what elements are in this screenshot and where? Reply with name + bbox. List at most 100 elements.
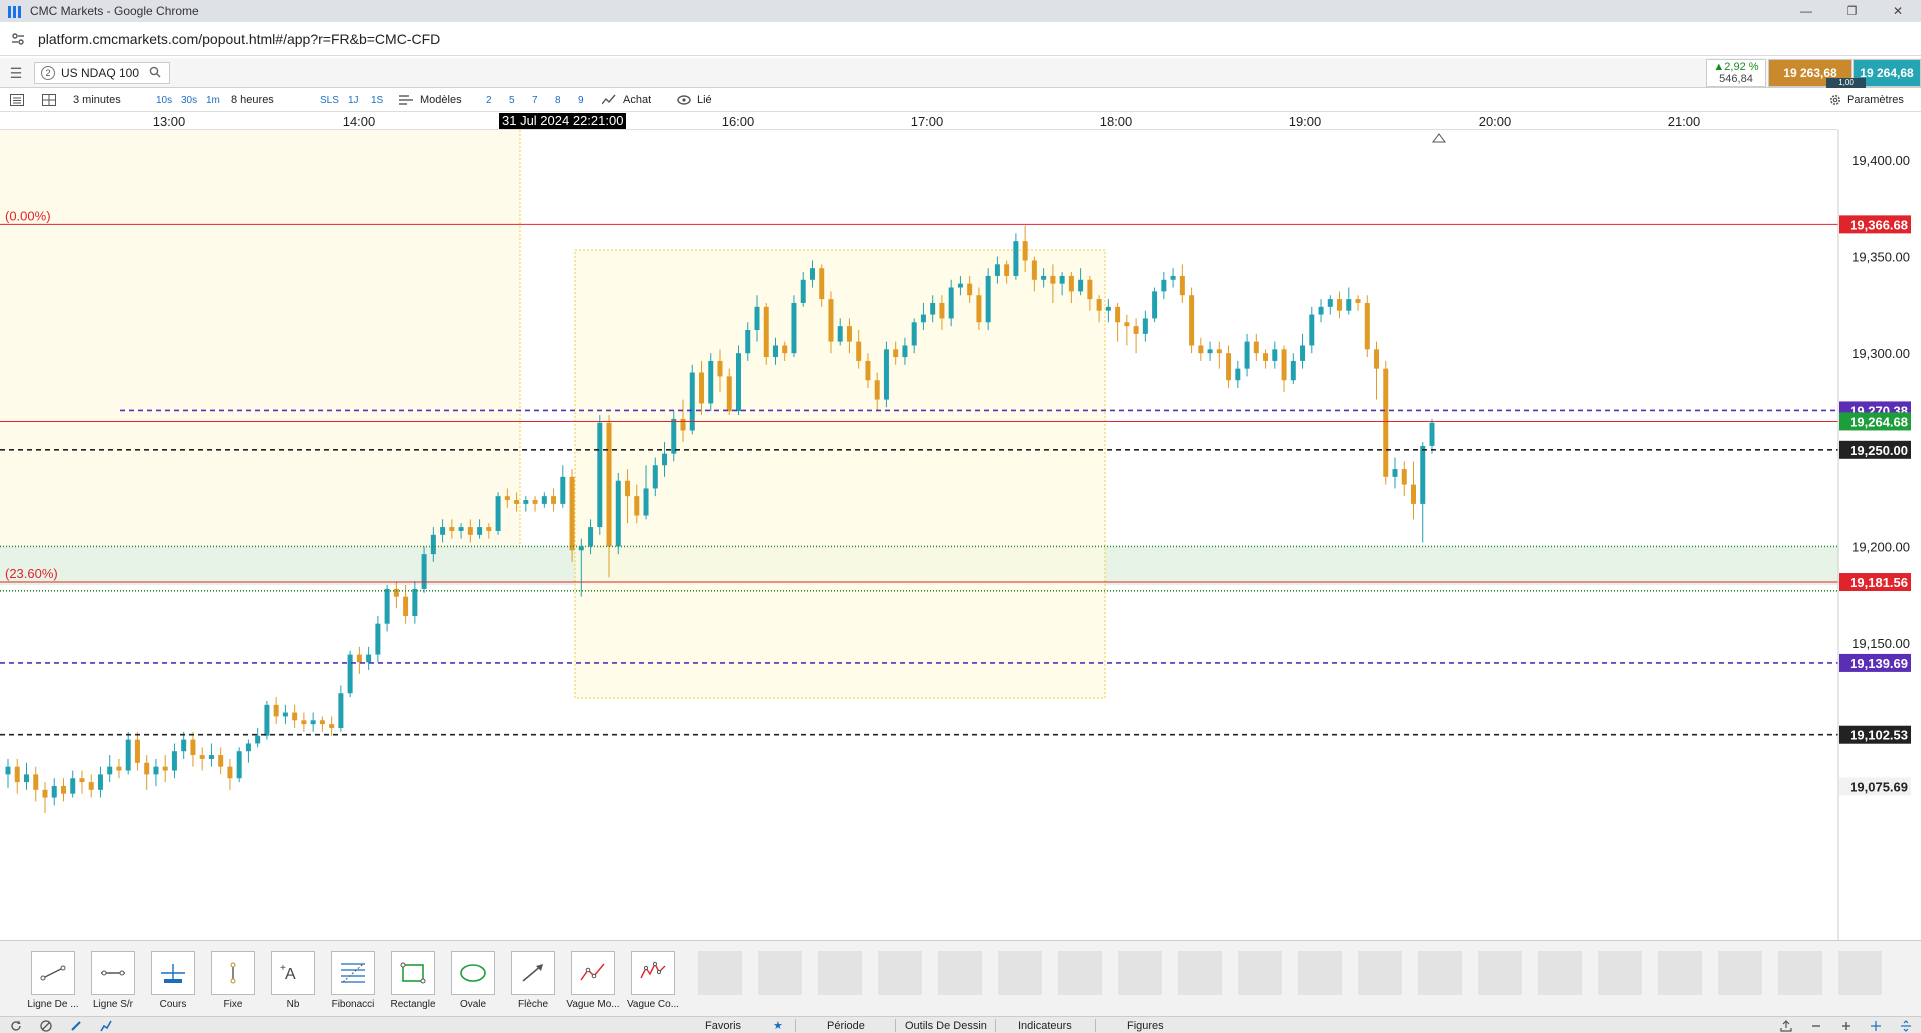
fit-icon[interactable]: [1900, 1018, 1912, 1033]
address-bar[interactable]: platform.cmcmarkets.com/popout.html#/app…: [0, 22, 1921, 56]
candle-body: [735, 353, 741, 412]
instrument-tab[interactable]: 2 US NDAQ 100: [34, 62, 170, 84]
empty-tool-slot[interactable]: [1710, 951, 1770, 1013]
tool-fixed[interactable]: Fixe: [203, 951, 263, 1013]
empty-tool-slot[interactable]: [870, 951, 930, 1013]
interval-dropdown[interactable]: 3 minutes: [73, 91, 121, 109]
candle-body: [1096, 299, 1102, 311]
empty-tool-slot[interactable]: [1170, 951, 1230, 1013]
tool-ellipse[interactable]: Ovale: [443, 951, 503, 1013]
empty-tool-slot[interactable]: [690, 951, 750, 1013]
candle-body: [218, 755, 224, 767]
range-1j[interactable]: 1J: [348, 91, 359, 109]
candle-body: [208, 755, 214, 759]
tool-motive-wave[interactable]: Vague Mo...: [563, 951, 623, 1013]
empty-tool-slot[interactable]: [1590, 951, 1650, 1013]
zoom-out-icon[interactable]: [1810, 1018, 1822, 1033]
search-icon[interactable]: [149, 66, 161, 81]
empty-tool-slot[interactable]: [1830, 951, 1890, 1013]
empty-tool-slot[interactable]: [1050, 951, 1110, 1013]
empty-tool-slot[interactable]: [1350, 951, 1410, 1013]
candle-body: [985, 275, 991, 323]
link-icon[interactable]: [677, 91, 691, 109]
empty-tool-slot[interactable]: [750, 951, 810, 1013]
tab-favorites[interactable]: Favoris: [705, 1018, 741, 1033]
export-icon[interactable]: [1780, 1018, 1792, 1033]
refresh-icon[interactable]: [10, 1018, 22, 1033]
candle-body: [356, 654, 362, 663]
candle-body: [1383, 368, 1389, 477]
tab-period[interactable]: Période: [827, 1018, 865, 1033]
list-view-icon[interactable]: [10, 91, 24, 109]
fibonacci-icon: [331, 951, 375, 995]
interval-30s[interactable]: 30s: [181, 91, 197, 109]
empty-tool-slot[interactable]: [810, 951, 870, 1013]
templates-icon[interactable]: [399, 91, 415, 109]
block-icon[interactable]: [40, 1018, 52, 1033]
site-settings-icon[interactable]: [10, 31, 26, 47]
candle-body: [60, 785, 66, 794]
empty-tool-slot[interactable]: [1530, 951, 1590, 1013]
instrument-name: US NDAQ 100: [61, 66, 140, 80]
empty-tool-slot[interactable]: [1650, 951, 1710, 1013]
range-sls[interactable]: SLS: [320, 91, 339, 109]
layout-grid-icon[interactable]: [42, 91, 56, 109]
app-header: ☰ 2 US NDAQ 100 ▲2,92 % 546,84 19 263,68…: [0, 58, 1921, 88]
star-icon[interactable]: ★: [773, 1018, 783, 1033]
tool-rectangle[interactable]: Rectangle: [383, 951, 443, 1013]
templates-button[interactable]: Modèles: [420, 91, 462, 109]
template-slot-8[interactable]: 8: [555, 91, 561, 109]
tool-note[interactable]: A + Nb: [263, 951, 323, 1013]
crosshair-icon[interactable]: [1870, 1018, 1882, 1033]
range-1s[interactable]: 1S: [371, 91, 383, 109]
template-slot-2[interactable]: 2: [486, 91, 492, 109]
settings-button[interactable]: Paramètres: [1847, 91, 1904, 109]
empty-tool-slot[interactable]: [930, 951, 990, 1013]
link-button[interactable]: Lié: [697, 91, 712, 109]
magnet-icon[interactable]: [100, 1018, 112, 1033]
tool-price-line[interactable]: Cours: [143, 951, 203, 1013]
empty-tool-slot[interactable]: [1770, 951, 1830, 1013]
tab-figures[interactable]: Figures: [1127, 1018, 1164, 1033]
candle-body: [375, 623, 381, 655]
empty-tool-slot[interactable]: [1290, 951, 1350, 1013]
candle-body: [1189, 295, 1195, 346]
tool-trend-line[interactable]: Ligne De ...: [23, 951, 83, 1013]
template-slot-5[interactable]: 5: [509, 91, 515, 109]
close-button[interactable]: ✕: [1875, 0, 1921, 22]
empty-tool-slot[interactable]: [1110, 951, 1170, 1013]
restore-button[interactable]: ❐: [1829, 0, 1875, 22]
tab-drawing-tools[interactable]: Outils De Dessin: [905, 1018, 987, 1033]
candle-body: [88, 782, 94, 790]
zoom-in-icon[interactable]: [1840, 1018, 1852, 1033]
buy-ticket-icon[interactable]: [602, 91, 616, 109]
interval-1m[interactable]: 1m: [206, 91, 220, 109]
buy-button[interactable]: Achat: [623, 91, 651, 109]
pencil-icon[interactable]: [70, 1018, 82, 1033]
template-slot-7[interactable]: 7: [532, 91, 538, 109]
price-chart[interactable]: (0.00%) (23.60%) 19,400.00 19,350.00 19,300…: [0, 130, 1921, 940]
gear-icon[interactable]: [1828, 91, 1842, 109]
tool-fibonacci[interactable]: Fibonacci: [323, 951, 383, 1013]
candle-body: [458, 527, 464, 531]
tool-arrow[interactable]: Flèche: [503, 951, 563, 1013]
empty-tool-slot[interactable]: [1230, 951, 1290, 1013]
minimize-button[interactable]: —: [1783, 0, 1829, 22]
empty-tool-slot[interactable]: [1470, 951, 1530, 1013]
range-dropdown[interactable]: 8 heures: [231, 91, 274, 109]
empty-tool-slot[interactable]: [990, 951, 1050, 1013]
empty-slot-box: [1838, 951, 1882, 995]
empty-tool-slot[interactable]: [1410, 951, 1470, 1013]
candle-body: [282, 712, 288, 717]
tool-corrective-wave[interactable]: Vague Co...: [623, 951, 683, 1013]
tab-indicators[interactable]: Indicateurs: [1018, 1018, 1072, 1033]
time-tick: 16:00: [721, 114, 755, 129]
template-slot-9[interactable]: 9: [578, 91, 584, 109]
hamburger-menu-icon[interactable]: ☰: [4, 63, 28, 83]
interval-10s[interactable]: 10s: [156, 91, 172, 109]
candle-body: [421, 554, 427, 589]
candle-body: [1050, 275, 1056, 284]
url-text[interactable]: platform.cmcmarkets.com/popout.html#/app…: [38, 31, 440, 47]
svg-text:+: +: [280, 963, 286, 974]
tool-sr-line[interactable]: Ligne S/r: [83, 951, 143, 1013]
